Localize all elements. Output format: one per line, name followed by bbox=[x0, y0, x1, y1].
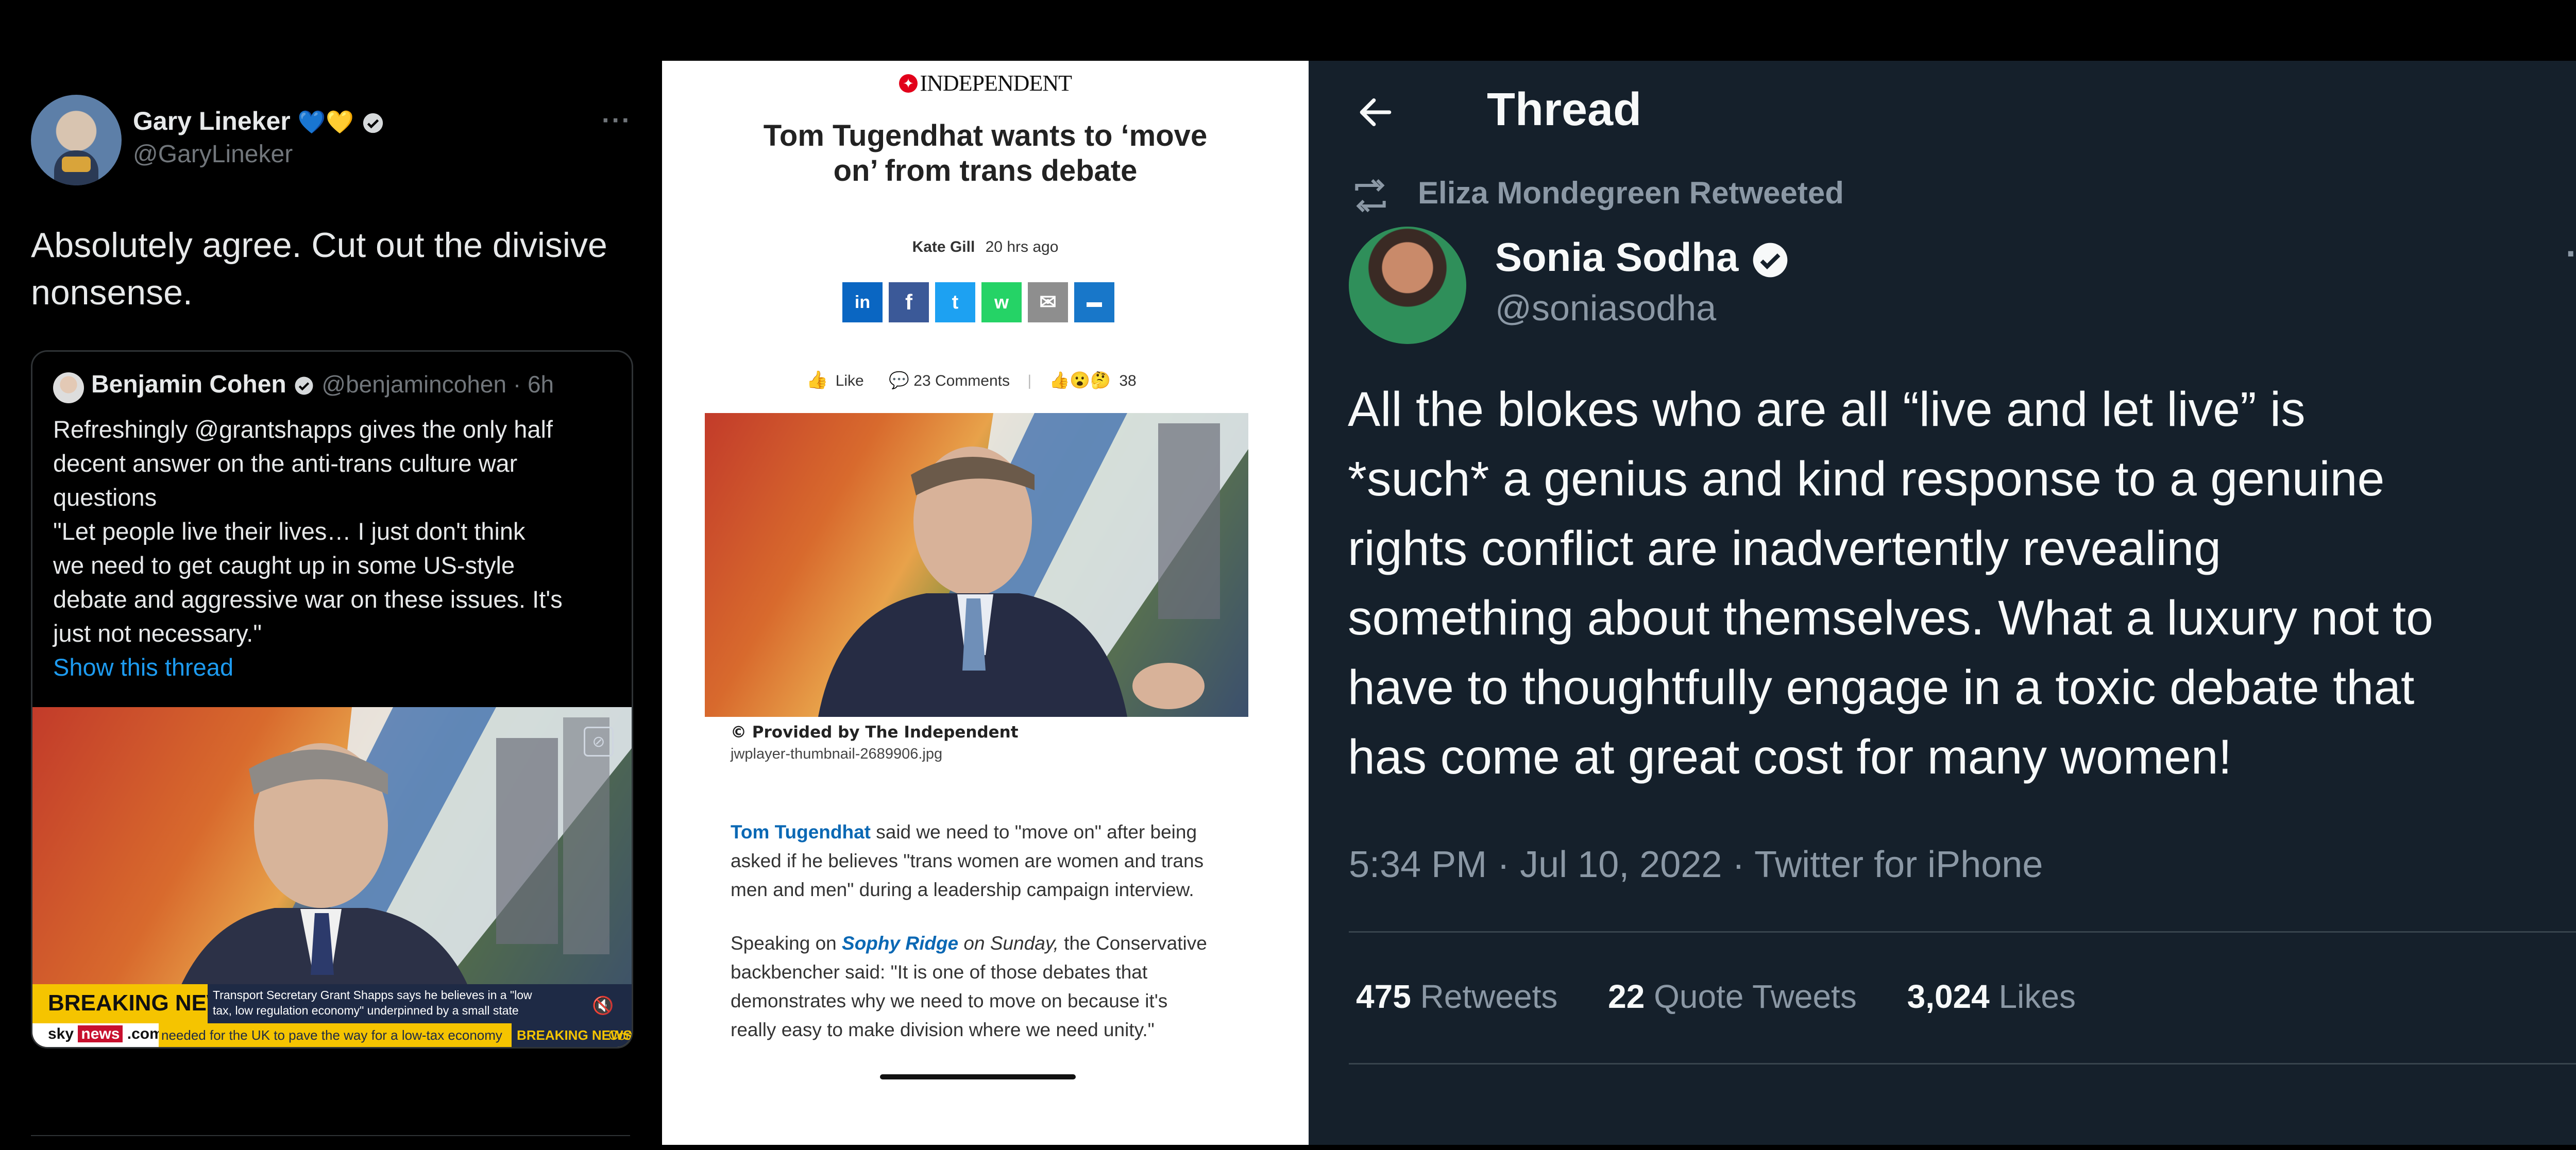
show-thread-link[interactable]: Show this thread bbox=[53, 650, 563, 684]
paragraph-text: on Sunday, bbox=[958, 933, 1059, 954]
quote-text-line: just not necessary." bbox=[53, 620, 262, 647]
likes-label[interactable]: Likes bbox=[1999, 978, 2076, 1015]
article-panel: ✦ INDEPENDENT Tom Tugendhat wants to ‘mo… bbox=[662, 61, 1309, 1145]
sophy-ridge-link[interactable]: Sophy Ridge bbox=[842, 933, 958, 954]
quote-text-line: debate and aggressive war on these issue… bbox=[53, 586, 563, 613]
video-caption-line: Transport Secretary Grant Shapps says he… bbox=[213, 988, 532, 1002]
quote-handle-time: @benjamincohen · 6h bbox=[321, 371, 554, 398]
divider bbox=[31, 1135, 630, 1136]
author-handle[interactable]: @GaryLineker bbox=[133, 140, 293, 168]
facebook-share-button[interactable]: f bbox=[889, 282, 929, 322]
tweet-text-line: something about themselves. What a luxur… bbox=[1348, 591, 2433, 645]
headline: on’ from trans debate bbox=[833, 154, 1138, 187]
email-share-button[interactable]: ✉ bbox=[1028, 282, 1068, 322]
paragraph-text: Speaking on bbox=[731, 933, 842, 954]
mute-icon[interactable]: 🔇 bbox=[592, 995, 614, 1016]
video-thumbnail[interactable]: ⊘ BREAKING NEWS Transport Secretary Gran… bbox=[32, 707, 632, 1047]
left-tweet-panel: Gary Lineker 💙💛 @GaryLineker ··· Absolut… bbox=[0, 0, 662, 1150]
tweet-text: Absolutely agree. Cut out the divisive bbox=[31, 226, 607, 265]
divider bbox=[1349, 1063, 2576, 1065]
quote-author-name: Benjamin Cohen bbox=[91, 371, 286, 398]
tweet-text-line: has come at great cost for many women! bbox=[1348, 730, 2232, 784]
quote-text-line: Refreshingly @grantshapps gives the only… bbox=[53, 416, 553, 443]
sky-news-logo: sky bbox=[48, 1025, 74, 1042]
tweet-text-line: have to thoughtfully engage in a toxic d… bbox=[1348, 660, 2415, 715]
tweet-timestamp[interactable]: 5:34 PM · Jul 10, 2022 · Twitter for iPh… bbox=[1349, 844, 2043, 886]
tom-tugendhat-link[interactable]: Tom Tugendhat bbox=[731, 821, 871, 843]
paragraph-text: demonstrates why we need to move on beca… bbox=[731, 990, 1168, 1011]
quote-text-line: questions bbox=[53, 484, 157, 511]
quote-text-line: decent answer on the anti-trans culture … bbox=[53, 450, 518, 477]
verified-badge-icon bbox=[295, 376, 313, 395]
quoted-tweet-card[interactable]: Benjamin Cohen @benjamincohen · 6h Refre… bbox=[31, 350, 633, 1049]
retweets-label[interactable]: Retweets bbox=[1420, 978, 1558, 1015]
more-options-icon[interactable]: ··· bbox=[2566, 233, 2576, 274]
home-indicator[interactable] bbox=[880, 1074, 1076, 1079]
article-author[interactable]: Kate Gill bbox=[912, 238, 975, 255]
article-image-graphic bbox=[818, 413, 1248, 717]
article-time: 20 hrs ago bbox=[985, 238, 1059, 255]
paragraph-text: said we need to "move on" after being bbox=[870, 821, 1197, 843]
back-arrow-icon[interactable] bbox=[1355, 92, 1396, 133]
ticker-text: needed for the UK to pave the way for a … bbox=[161, 1027, 502, 1043]
gary-lineker-avatar[interactable] bbox=[31, 95, 122, 185]
retweets-count[interactable]: 475 bbox=[1356, 978, 1411, 1015]
sonia-sodha-avatar[interactable] bbox=[1349, 227, 1466, 344]
quote-tweets-label[interactable]: Quote Tweets bbox=[1654, 978, 1857, 1015]
sky-news-logo: news bbox=[78, 1025, 123, 1042]
ticker-tail-text: Conn bbox=[608, 1027, 632, 1043]
comments-icon[interactable]: 💬 bbox=[889, 371, 909, 389]
image-filename: jwplayer-thumbnail-2689906.jpg bbox=[731, 746, 943, 762]
linkedin-share-button[interactable]: in bbox=[842, 282, 883, 322]
sky-news-logo: .com bbox=[127, 1025, 163, 1042]
comments-button[interactable]: 23 Comments bbox=[913, 372, 1010, 389]
tweet-text-line: All the blokes who are all “live and let… bbox=[1348, 382, 2306, 437]
author-name[interactable]: Gary Lineker bbox=[133, 107, 291, 135]
verified-badge-icon bbox=[363, 113, 383, 133]
benjamin-cohen-avatar bbox=[53, 372, 84, 403]
likes-count[interactable]: 3,024 bbox=[1907, 978, 1990, 1015]
quote-tweets-count[interactable]: 22 bbox=[1608, 978, 1645, 1015]
twitter-share-button[interactable]: t bbox=[935, 282, 975, 322]
masthead[interactable]: INDEPENDENT bbox=[920, 71, 1072, 96]
video-caption-line: tax, low regulation economy" underpinned… bbox=[213, 1004, 519, 1017]
quote-text-line: we need to get caught up in some US-styl… bbox=[53, 552, 515, 579]
paragraph-text: men and men" during a leadership campaig… bbox=[731, 879, 1194, 900]
page-title: Thread bbox=[1487, 84, 1642, 135]
article-image[interactable] bbox=[705, 413, 1248, 717]
heart-emoji: 💙💛 bbox=[297, 110, 354, 135]
paragraph-text: backbencher said: "It is one of those de… bbox=[731, 962, 1148, 983]
author-handle[interactable]: @soniasodha bbox=[1495, 287, 1716, 329]
comment-share-button[interactable]: ▬ bbox=[1074, 282, 1114, 322]
paragraph-text: really easy to make division where we ne… bbox=[731, 1019, 1155, 1040]
tweet-text-line: rights conflict are inadvertently reveal… bbox=[1348, 521, 2222, 576]
tweet-text-line: *such* a genius and kind response to a g… bbox=[1348, 452, 2385, 506]
retweet-icon bbox=[1355, 179, 1386, 213]
more-options-icon[interactable]: ··· bbox=[602, 105, 632, 136]
retweeted-by[interactable]: Eliza Mondegreen Retweeted bbox=[1418, 175, 1844, 211]
independent-eagle-icon: ✦ bbox=[899, 74, 918, 93]
quote-text-line: "Let people live their lives… I just don… bbox=[53, 518, 526, 545]
thread-panel: Thread Eliza Mondegreen Retweeted Sonia … bbox=[1309, 61, 2576, 1145]
reaction-count: 38 bbox=[1119, 372, 1137, 389]
tweet-text: nonsense. bbox=[31, 273, 193, 312]
headline: Tom Tugendhat wants to ‘move bbox=[763, 119, 1208, 152]
caption-toggle-icon[interactable]: ⊘ bbox=[584, 727, 614, 757]
like-button[interactable]: Like bbox=[836, 372, 864, 389]
image-caption: © Provided by The Independent bbox=[731, 723, 1019, 742]
reactions-icon[interactable]: 👍😮🤔 bbox=[1049, 371, 1111, 389]
author-name[interactable]: Sonia Sodha bbox=[1495, 234, 1738, 280]
divider bbox=[1349, 931, 2576, 933]
verified-badge-icon bbox=[1753, 243, 1788, 278]
paragraph-text: the Conservative bbox=[1058, 933, 1207, 954]
paragraph-text: asked if he believes "trans women are wo… bbox=[731, 850, 1204, 871]
like-icon[interactable]: 👍 bbox=[806, 370, 828, 390]
whatsapp-share-button[interactable]: w bbox=[981, 282, 1022, 322]
